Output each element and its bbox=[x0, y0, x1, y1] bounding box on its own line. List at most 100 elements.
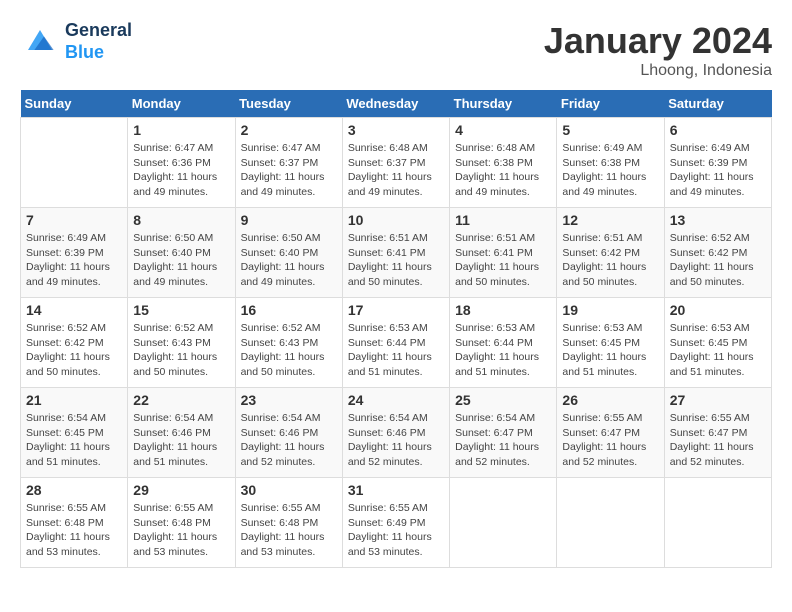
day-number: 14 bbox=[26, 302, 122, 318]
day-info: Sunrise: 6:53 AMSunset: 6:45 PMDaylight:… bbox=[670, 321, 766, 380]
day-info: Sunrise: 6:55 AMSunset: 6:49 PMDaylight:… bbox=[348, 501, 444, 560]
day-info: Sunrise: 6:50 AMSunset: 6:40 PMDaylight:… bbox=[241, 231, 337, 290]
day-number: 19 bbox=[562, 302, 658, 318]
day-number: 29 bbox=[133, 482, 229, 498]
calendar-cell: 29 Sunrise: 6:55 AMSunset: 6:48 PMDayligh… bbox=[128, 478, 235, 568]
location: Lhoong, Indonesia bbox=[544, 62, 772, 80]
day-number: 28 bbox=[26, 482, 122, 498]
day-info: Sunrise: 6:51 AMSunset: 6:42 PMDaylight:… bbox=[562, 231, 658, 290]
day-number: 6 bbox=[670, 122, 766, 138]
day-number: 18 bbox=[455, 302, 551, 318]
day-number: 22 bbox=[133, 392, 229, 408]
day-info: Sunrise: 6:53 AMSunset: 6:44 PMDaylight:… bbox=[348, 321, 444, 380]
day-info: Sunrise: 6:51 AMSunset: 6:41 PMDaylight:… bbox=[348, 231, 444, 290]
calendar-cell: 12 Sunrise: 6:51 AMSunset: 6:42 PMDayligh… bbox=[557, 208, 664, 298]
day-number: 10 bbox=[348, 212, 444, 228]
calendar-cell: 18 Sunrise: 6:53 AMSunset: 6:44 PMDayligh… bbox=[450, 298, 557, 388]
calendar-cell: 6 Sunrise: 6:49 AMSunset: 6:39 PMDaylight… bbox=[664, 118, 771, 208]
weekday-header-row: SundayMondayTuesdayWednesdayThursdayFrid… bbox=[21, 90, 772, 118]
weekday-header-sunday: Sunday bbox=[21, 90, 128, 118]
day-info: Sunrise: 6:52 AMSunset: 6:43 PMDaylight:… bbox=[133, 321, 229, 380]
day-info: Sunrise: 6:55 AMSunset: 6:48 PMDaylight:… bbox=[241, 501, 337, 560]
day-info: Sunrise: 6:48 AMSunset: 6:37 PMDaylight:… bbox=[348, 141, 444, 200]
weekday-header-wednesday: Wednesday bbox=[342, 90, 449, 118]
calendar-cell: 20 Sunrise: 6:53 AMSunset: 6:45 PMDayligh… bbox=[664, 298, 771, 388]
day-info: Sunrise: 6:54 AMSunset: 6:46 PMDaylight:… bbox=[348, 411, 444, 470]
day-number: 16 bbox=[241, 302, 337, 318]
calendar-cell: 14 Sunrise: 6:52 AMSunset: 6:42 PMDayligh… bbox=[21, 298, 128, 388]
calendar-cell bbox=[557, 478, 664, 568]
calendar-cell: 31 Sunrise: 6:55 AMSunset: 6:49 PMDayligh… bbox=[342, 478, 449, 568]
logo-icon bbox=[20, 22, 60, 62]
day-number: 15 bbox=[133, 302, 229, 318]
day-number: 11 bbox=[455, 212, 551, 228]
day-info: Sunrise: 6:55 AMSunset: 6:48 PMDaylight:… bbox=[133, 501, 229, 560]
day-info: Sunrise: 6:52 AMSunset: 6:42 PMDaylight:… bbox=[670, 231, 766, 290]
calendar-cell: 26Sunrise: 6:55 AMSunset: 6:47 PMDayligh… bbox=[557, 388, 664, 478]
week-row-5: 28 Sunrise: 6:55 AMSunset: 6:48 PMDayligh… bbox=[21, 478, 772, 568]
calendar-cell: 27 Sunrise: 6:55 AMSunset: 6:47 PMDayligh… bbox=[664, 388, 771, 478]
calendar-cell: 4 Sunrise: 6:48 AMSunset: 6:38 PMDaylight… bbox=[450, 118, 557, 208]
day-info: Sunrise: 6:47 AMSunset: 6:37 PMDaylight:… bbox=[241, 141, 337, 200]
calendar-cell: 28 Sunrise: 6:55 AMSunset: 6:48 PMDayligh… bbox=[21, 478, 128, 568]
calendar-cell: 23 Sunrise: 6:54 AMSunset: 6:46 PMDayligh… bbox=[235, 388, 342, 478]
calendar-table: SundayMondayTuesdayWednesdayThursdayFrid… bbox=[20, 90, 772, 568]
day-info: Sunrise: 6:47 AMSunset: 6:36 PMDaylight:… bbox=[133, 141, 229, 200]
calendar-cell: 1 Sunrise: 6:47 AMSunset: 6:36 PMDaylight… bbox=[128, 118, 235, 208]
week-row-3: 14 Sunrise: 6:52 AMSunset: 6:42 PMDayligh… bbox=[21, 298, 772, 388]
day-info: Sunrise: 6:53 AMSunset: 6:44 PMDaylight:… bbox=[455, 321, 551, 380]
day-info: Sunrise: 6:51 AMSunset: 6:41 PMDaylight:… bbox=[455, 231, 551, 290]
weekday-header-friday: Friday bbox=[557, 90, 664, 118]
calendar-cell: 2 Sunrise: 6:47 AMSunset: 6:37 PMDaylight… bbox=[235, 118, 342, 208]
week-row-1: 1 Sunrise: 6:47 AMSunset: 6:36 PMDaylight… bbox=[21, 118, 772, 208]
calendar-cell: 9 Sunrise: 6:50 AMSunset: 6:40 PMDaylight… bbox=[235, 208, 342, 298]
day-number: 23 bbox=[241, 392, 337, 408]
day-number: 20 bbox=[670, 302, 766, 318]
day-number: 13 bbox=[670, 212, 766, 228]
weekday-header-thursday: Thursday bbox=[450, 90, 557, 118]
weekday-header-saturday: Saturday bbox=[664, 90, 771, 118]
day-info: Sunrise: 6:53 AMSunset: 6:45 PMDaylight:… bbox=[562, 321, 658, 380]
day-number: 27 bbox=[670, 392, 766, 408]
day-number: 30 bbox=[241, 482, 337, 498]
calendar-cell: 8Sunrise: 6:50 AMSunset: 6:40 PMDaylight… bbox=[128, 208, 235, 298]
day-info: Sunrise: 6:54 AMSunset: 6:47 PMDaylight:… bbox=[455, 411, 551, 470]
weekday-header-monday: Monday bbox=[128, 90, 235, 118]
logo-text: General Blue bbox=[65, 20, 132, 63]
day-info: Sunrise: 6:55 AMSunset: 6:47 PMDaylight:… bbox=[670, 411, 766, 470]
calendar-cell: 17Sunrise: 6:53 AMSunset: 6:44 PMDayligh… bbox=[342, 298, 449, 388]
day-number: 12 bbox=[562, 212, 658, 228]
calendar-cell: 11 Sunrise: 6:51 AMSunset: 6:41 PMDayligh… bbox=[450, 208, 557, 298]
day-info: Sunrise: 6:54 AMSunset: 6:46 PMDaylight:… bbox=[133, 411, 229, 470]
month-title: January 2024 bbox=[544, 20, 772, 62]
day-number: 8 bbox=[133, 212, 229, 228]
day-info: Sunrise: 6:54 AMSunset: 6:45 PMDaylight:… bbox=[26, 411, 122, 470]
day-info: Sunrise: 6:49 AMSunset: 6:38 PMDaylight:… bbox=[562, 141, 658, 200]
calendar-cell: 30 Sunrise: 6:55 AMSunset: 6:48 PMDayligh… bbox=[235, 478, 342, 568]
day-info: Sunrise: 6:55 AMSunset: 6:48 PMDaylight:… bbox=[26, 501, 122, 560]
calendar-cell bbox=[450, 478, 557, 568]
calendar-cell: 7Sunrise: 6:49 AMSunset: 6:39 PMDaylight… bbox=[21, 208, 128, 298]
day-info: Sunrise: 6:52 AMSunset: 6:42 PMDaylight:… bbox=[26, 321, 122, 380]
weekday-header-tuesday: Tuesday bbox=[235, 90, 342, 118]
day-info: Sunrise: 6:48 AMSunset: 6:38 PMDaylight:… bbox=[455, 141, 551, 200]
calendar-cell: 10 Sunrise: 6:51 AMSunset: 6:41 PMDayligh… bbox=[342, 208, 449, 298]
day-number: 31 bbox=[348, 482, 444, 498]
day-number: 25 bbox=[455, 392, 551, 408]
week-row-2: 7Sunrise: 6:49 AMSunset: 6:39 PMDaylight… bbox=[21, 208, 772, 298]
day-info: Sunrise: 6:52 AMSunset: 6:43 PMDaylight:… bbox=[241, 321, 337, 380]
day-number: 2 bbox=[241, 122, 337, 138]
day-number: 24 bbox=[348, 392, 444, 408]
calendar-cell: 3Sunrise: 6:48 AMSunset: 6:37 PMDaylight… bbox=[342, 118, 449, 208]
day-number: 4 bbox=[455, 122, 551, 138]
calendar-cell: 24 Sunrise: 6:54 AMSunset: 6:46 PMDayligh… bbox=[342, 388, 449, 478]
calendar-cell: 22 Sunrise: 6:54 AMSunset: 6:46 PMDayligh… bbox=[128, 388, 235, 478]
day-info: Sunrise: 6:49 AMSunset: 6:39 PMDaylight:… bbox=[670, 141, 766, 200]
day-number: 9 bbox=[241, 212, 337, 228]
calendar-cell: 13 Sunrise: 6:52 AMSunset: 6:42 PMDayligh… bbox=[664, 208, 771, 298]
calendar-cell: 21Sunrise: 6:54 AMSunset: 6:45 PMDayligh… bbox=[21, 388, 128, 478]
day-info: Sunrise: 6:54 AMSunset: 6:46 PMDaylight:… bbox=[241, 411, 337, 470]
day-number: 1 bbox=[133, 122, 229, 138]
day-number: 26 bbox=[562, 392, 658, 408]
calendar-cell: 16 Sunrise: 6:52 AMSunset: 6:43 PMDayligh… bbox=[235, 298, 342, 388]
